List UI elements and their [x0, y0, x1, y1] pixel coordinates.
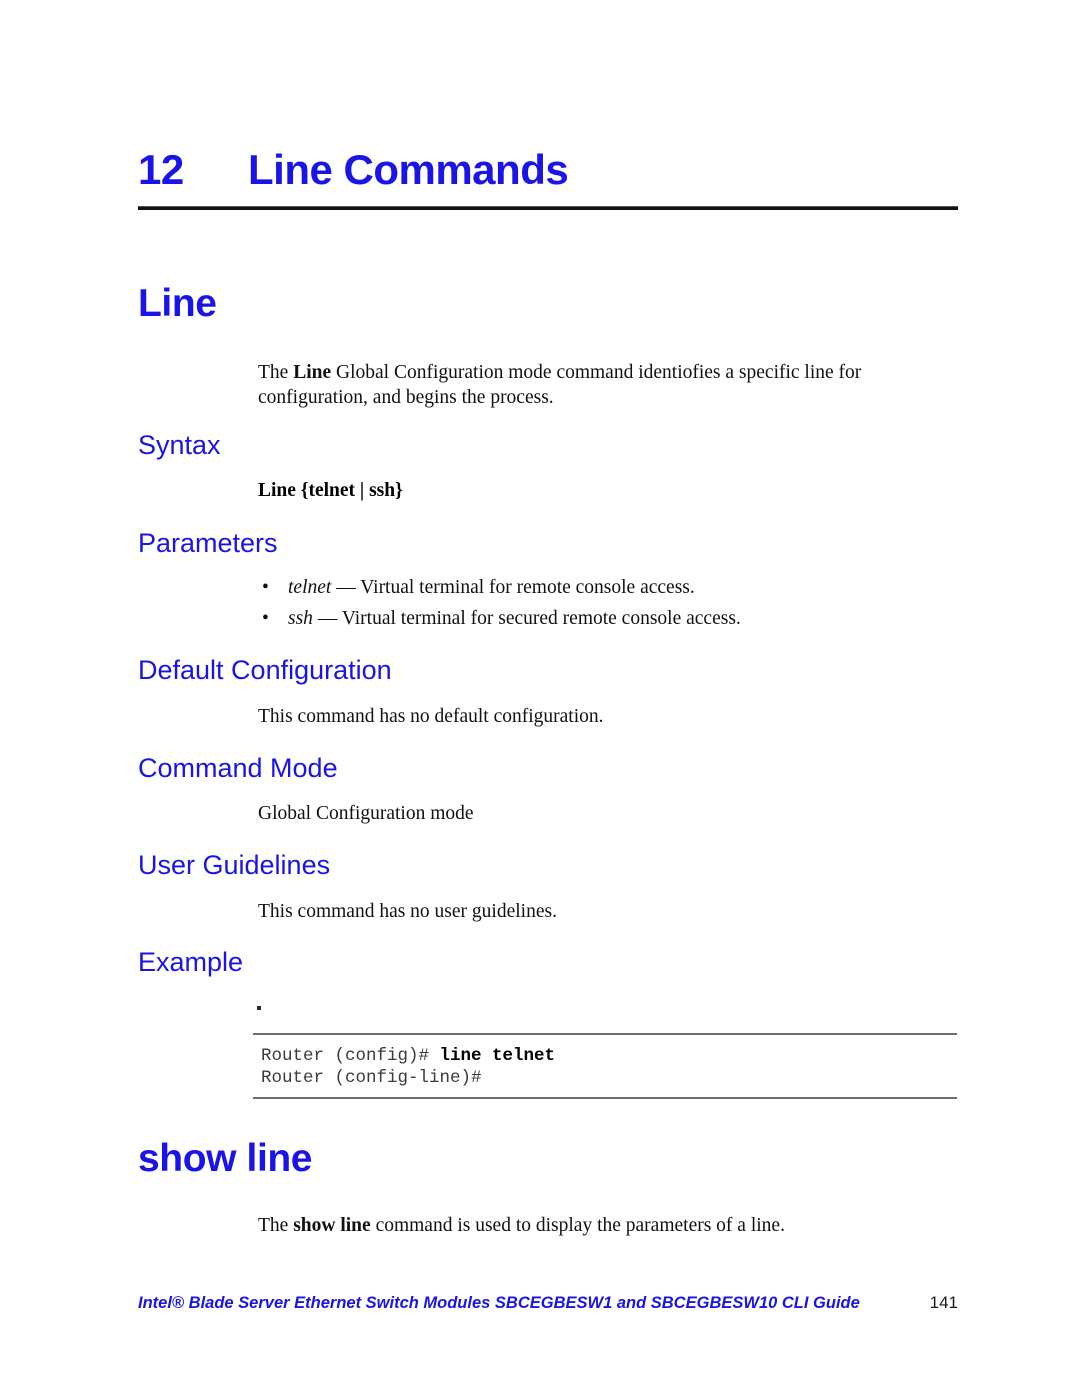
- parameter-description: Virtual terminal for remote console acce…: [360, 577, 695, 598]
- subheading-parameters: Parameters: [138, 528, 278, 558]
- subheading-default-configuration: Default Configuration: [138, 655, 392, 685]
- command-mode-text: Global Configuration mode: [258, 803, 474, 824]
- document-page: 12 Line Commands Line The Line Global Co…: [0, 0, 1080, 1397]
- intro-prefix: The: [258, 362, 294, 383]
- intro-bold-term: show line: [293, 1215, 371, 1236]
- bullet-icon: •: [262, 608, 269, 629]
- parameters-list: • telnet — Virtual terminal for remote co…: [258, 572, 938, 634]
- list-item: • telnet — Virtual terminal for remote co…: [258, 572, 938, 603]
- footer-guide-title: Intel® Blade Server Ethernet Switch Modu…: [138, 1294, 860, 1312]
- parameter-separator: —: [331, 577, 361, 598]
- code-block-bottom-rule: [253, 1097, 957, 1099]
- intro-suffix: Global Configuration mode command identi…: [258, 362, 862, 408]
- footer-page-number: 141: [929, 1293, 958, 1312]
- list-item: • ssh — Virtual terminal for secured remo…: [258, 603, 938, 634]
- code-line-1-command: line telnet: [439, 1046, 556, 1066]
- intro-suffix: command is used to display the parameter…: [370, 1215, 785, 1236]
- code-block-body: Router (config)# line telnet Router (con…: [253, 1035, 957, 1097]
- subheading-syntax: Syntax: [138, 430, 221, 460]
- subheading-user-guidelines: User Guidelines: [138, 850, 331, 880]
- chapter-header: 12 Line Commands: [138, 146, 958, 211]
- subheading-command-mode: Command Mode: [138, 753, 338, 783]
- parameter-description: Virtual terminal for secured remote cons…: [341, 608, 741, 629]
- chapter-title: Line Commands: [248, 146, 569, 193]
- parameter-separator: —: [312, 608, 342, 629]
- example-code-block: Router (config)# line telnet Router (con…: [253, 1033, 957, 1099]
- stray-dot-artifact: [257, 1006, 261, 1010]
- bullet-icon: •: [262, 577, 269, 598]
- section-heading-line: Line: [138, 282, 217, 325]
- parameter-name: ssh: [288, 608, 313, 629]
- chapter-number: 12: [138, 146, 184, 193]
- chapter-title-row: 12 Line Commands: [138, 146, 958, 193]
- intro-prefix: The: [258, 1215, 294, 1236]
- user-guidelines-text: This command has no user guidelines.: [258, 901, 557, 922]
- syntax-command-text: Line {telnet | ssh}: [258, 480, 403, 501]
- page-footer: Intel® Blade Server Ethernet Switch Modu…: [138, 1293, 958, 1313]
- section-heading-show-line: show line: [138, 1137, 313, 1180]
- subheading-example: Example: [138, 947, 244, 977]
- parameter-name: telnet: [288, 577, 332, 598]
- chapter-rule-divider: [138, 206, 958, 211]
- code-line-1-prompt: Router (config)#: [261, 1046, 440, 1066]
- section-show-line-intro-paragraph: The show line command is used to display…: [258, 1213, 898, 1238]
- intro-bold-term: Line: [293, 362, 332, 383]
- default-configuration-text: This command has no default configuratio…: [258, 706, 604, 727]
- section-line-intro-paragraph: The Line Global Configuration mode comma…: [258, 360, 898, 410]
- code-line-2-prompt: Router (config-line)#: [261, 1068, 482, 1088]
